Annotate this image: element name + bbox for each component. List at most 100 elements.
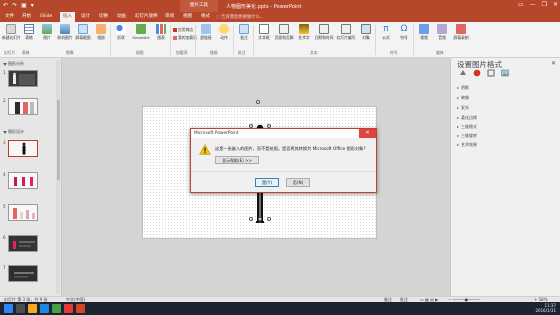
- slide-number: 4: [3, 172, 6, 177]
- browser-icon[interactable]: [40, 304, 49, 313]
- resize-handle-bottom-left[interactable]: [249, 217, 253, 221]
- slide-number-button[interactable]: 幻灯片编号: [335, 24, 357, 41]
- app-icon[interactable]: [64, 304, 73, 313]
- audio-button[interactable]: 音频: [433, 24, 451, 41]
- windows-taskbar: 11:37 2016/1/31: [0, 302, 560, 315]
- option-3d-format[interactable]: 三维格式: [457, 124, 477, 130]
- slide-thumbnail-7[interactable]: [8, 265, 38, 282]
- header-footer-icon: [279, 24, 289, 34]
- search-icon[interactable]: [16, 304, 25, 313]
- hyperlink-button[interactable]: 超链接: [197, 24, 215, 41]
- effects-icon[interactable]: [473, 69, 481, 77]
- slide-thumbnail-1[interactable]: [8, 70, 38, 87]
- document-title: 人物图形美化.pptx - PowerPoint: [226, 4, 302, 10]
- resize-handle-bottom[interactable]: [258, 217, 262, 221]
- expand-arrow-icon: [457, 87, 459, 89]
- slide-thumbnail-5[interactable]: [8, 204, 38, 221]
- chart-button[interactable]: 图表: [152, 24, 170, 41]
- online-picture-icon: [60, 24, 70, 34]
- divider: [110, 25, 111, 55]
- tab-animations[interactable]: 动画: [114, 12, 129, 22]
- option-shadow[interactable]: 阴影: [457, 85, 469, 91]
- slide-4-preview: [9, 173, 37, 188]
- picture-icon[interactable]: [501, 69, 509, 77]
- table-icon: [24, 24, 34, 34]
- scrollbar-thumb[interactable]: [56, 100, 60, 180]
- header-footer-button[interactable]: 页眉和页脚: [273, 24, 295, 41]
- smartart-button[interactable]: SmartArt: [130, 24, 152, 40]
- symbol-button[interactable]: Ω 符号: [395, 24, 413, 41]
- screen-recording-button[interactable]: 屏幕录制: [451, 24, 471, 41]
- tab-insert[interactable]: 插入: [60, 12, 75, 22]
- tab-slideshow[interactable]: 幻灯片放映: [132, 12, 161, 22]
- video-button[interactable]: 视频: [415, 24, 433, 41]
- slide-number: 7: [3, 265, 6, 270]
- tab-review[interactable]: 审阅: [162, 12, 177, 22]
- start-icon[interactable]: [4, 304, 13, 313]
- fill-line-icon[interactable]: [459, 69, 467, 77]
- option-soft-edges[interactable]: 柔化边缘: [457, 115, 477, 121]
- shapes-button[interactable]: 形状: [112, 24, 130, 41]
- no-button[interactable]: 否(N): [286, 178, 310, 187]
- video-icon: [419, 24, 429, 34]
- close-icon[interactable]: ✕: [553, 1, 558, 8]
- pane-close-icon[interactable]: ✕: [551, 60, 556, 67]
- minimize-icon[interactable]: —: [530, 1, 536, 8]
- section-header-analysis[interactable]: 图形分析: [3, 61, 24, 67]
- slide-thumbnail-6[interactable]: [8, 235, 38, 252]
- show-help-button[interactable]: 显示帮助(E) >>: [215, 156, 259, 164]
- save-icon[interactable]: ↶: [3, 2, 8, 9]
- tell-me-search[interactable]: ◌ 告诉我您想要做什么...: [216, 14, 326, 21]
- tab-home[interactable]: 开始: [19, 12, 34, 22]
- photo-album-button[interactable]: 相册: [92, 24, 110, 41]
- slide-thumbnail-3-selected[interactable]: [8, 140, 38, 157]
- tab-format[interactable]: 格式: [198, 12, 213, 22]
- link-icon: [201, 24, 211, 34]
- slide-thumbnail-4[interactable]: [8, 172, 38, 189]
- tab-islide[interactable]: iSlide: [37, 12, 55, 22]
- pictures-button[interactable]: 图片: [38, 24, 56, 41]
- tab-view[interactable]: 视图: [180, 12, 195, 22]
- section-header-design[interactable]: 图形设计: [3, 129, 24, 135]
- rotate-handle[interactable]: [256, 100, 260, 104]
- ribbon-display-icon[interactable]: ▭: [518, 1, 524, 8]
- option-3d-rotation[interactable]: 三维旋转: [457, 133, 477, 139]
- group-label-images: 图像: [66, 50, 74, 55]
- option-reflection[interactable]: 映像: [457, 95, 469, 101]
- my-addins-button[interactable]: 我的加载项: [173, 35, 197, 41]
- tab-transitions[interactable]: 切换: [96, 12, 111, 22]
- app-icon[interactable]: [52, 304, 61, 313]
- online-pictures-button[interactable]: 联机图片: [56, 24, 74, 41]
- textbox-button[interactable]: 文本框: [255, 24, 273, 41]
- system-tray-clock[interactable]: 11:37 2016/1/31: [535, 303, 556, 313]
- size-properties-icon[interactable]: [487, 69, 495, 77]
- date-time-button[interactable]: 日期和时间: [313, 24, 335, 41]
- action-button[interactable]: 动作: [215, 24, 233, 41]
- resize-handle-bottom-right[interactable]: [267, 217, 271, 221]
- tab-design[interactable]: 设计: [78, 12, 93, 22]
- table-button[interactable]: 表格: [20, 24, 38, 41]
- undo-icon[interactable]: ↷: [12, 2, 17, 9]
- equation-button[interactable]: π 公式: [377, 24, 395, 41]
- object-button[interactable]: 对象: [357, 24, 375, 41]
- file-explorer-icon[interactable]: [28, 304, 37, 313]
- powerpoint-taskbar-icon[interactable]: [76, 304, 85, 313]
- yes-button[interactable]: 是(Y): [255, 178, 279, 187]
- thumbnail-scrollbar[interactable]: [56, 60, 60, 294]
- option-glow[interactable]: 发光: [457, 105, 469, 111]
- option-artistic-effects[interactable]: 艺术效果: [457, 142, 477, 148]
- slide-thumbnail-2[interactable]: [8, 98, 38, 115]
- slide-2-preview: [9, 99, 37, 114]
- store-button[interactable]: 应用商店: [173, 27, 193, 33]
- slide-number: 2: [3, 98, 6, 103]
- wordart-button[interactable]: 艺术字: [295, 24, 313, 41]
- comment-button[interactable]: 批注: [235, 24, 253, 41]
- restore-icon[interactable]: ❐: [542, 1, 547, 8]
- customize-icon[interactable]: ▾: [31, 2, 34, 9]
- screenshot-button[interactable]: 屏幕截图: [74, 24, 92, 41]
- tab-file[interactable]: 文件: [2, 12, 17, 22]
- dialog-close-button[interactable]: ✕: [359, 129, 376, 138]
- new-slide-button[interactable]: 新建幻灯片: [2, 24, 21, 41]
- convert-picture-dialog: Microsoft PowerPoint ✕ 这是一张嵌入的图片，而不是绘图。是…: [190, 128, 377, 193]
- present-icon[interactable]: ▣: [21, 2, 27, 9]
